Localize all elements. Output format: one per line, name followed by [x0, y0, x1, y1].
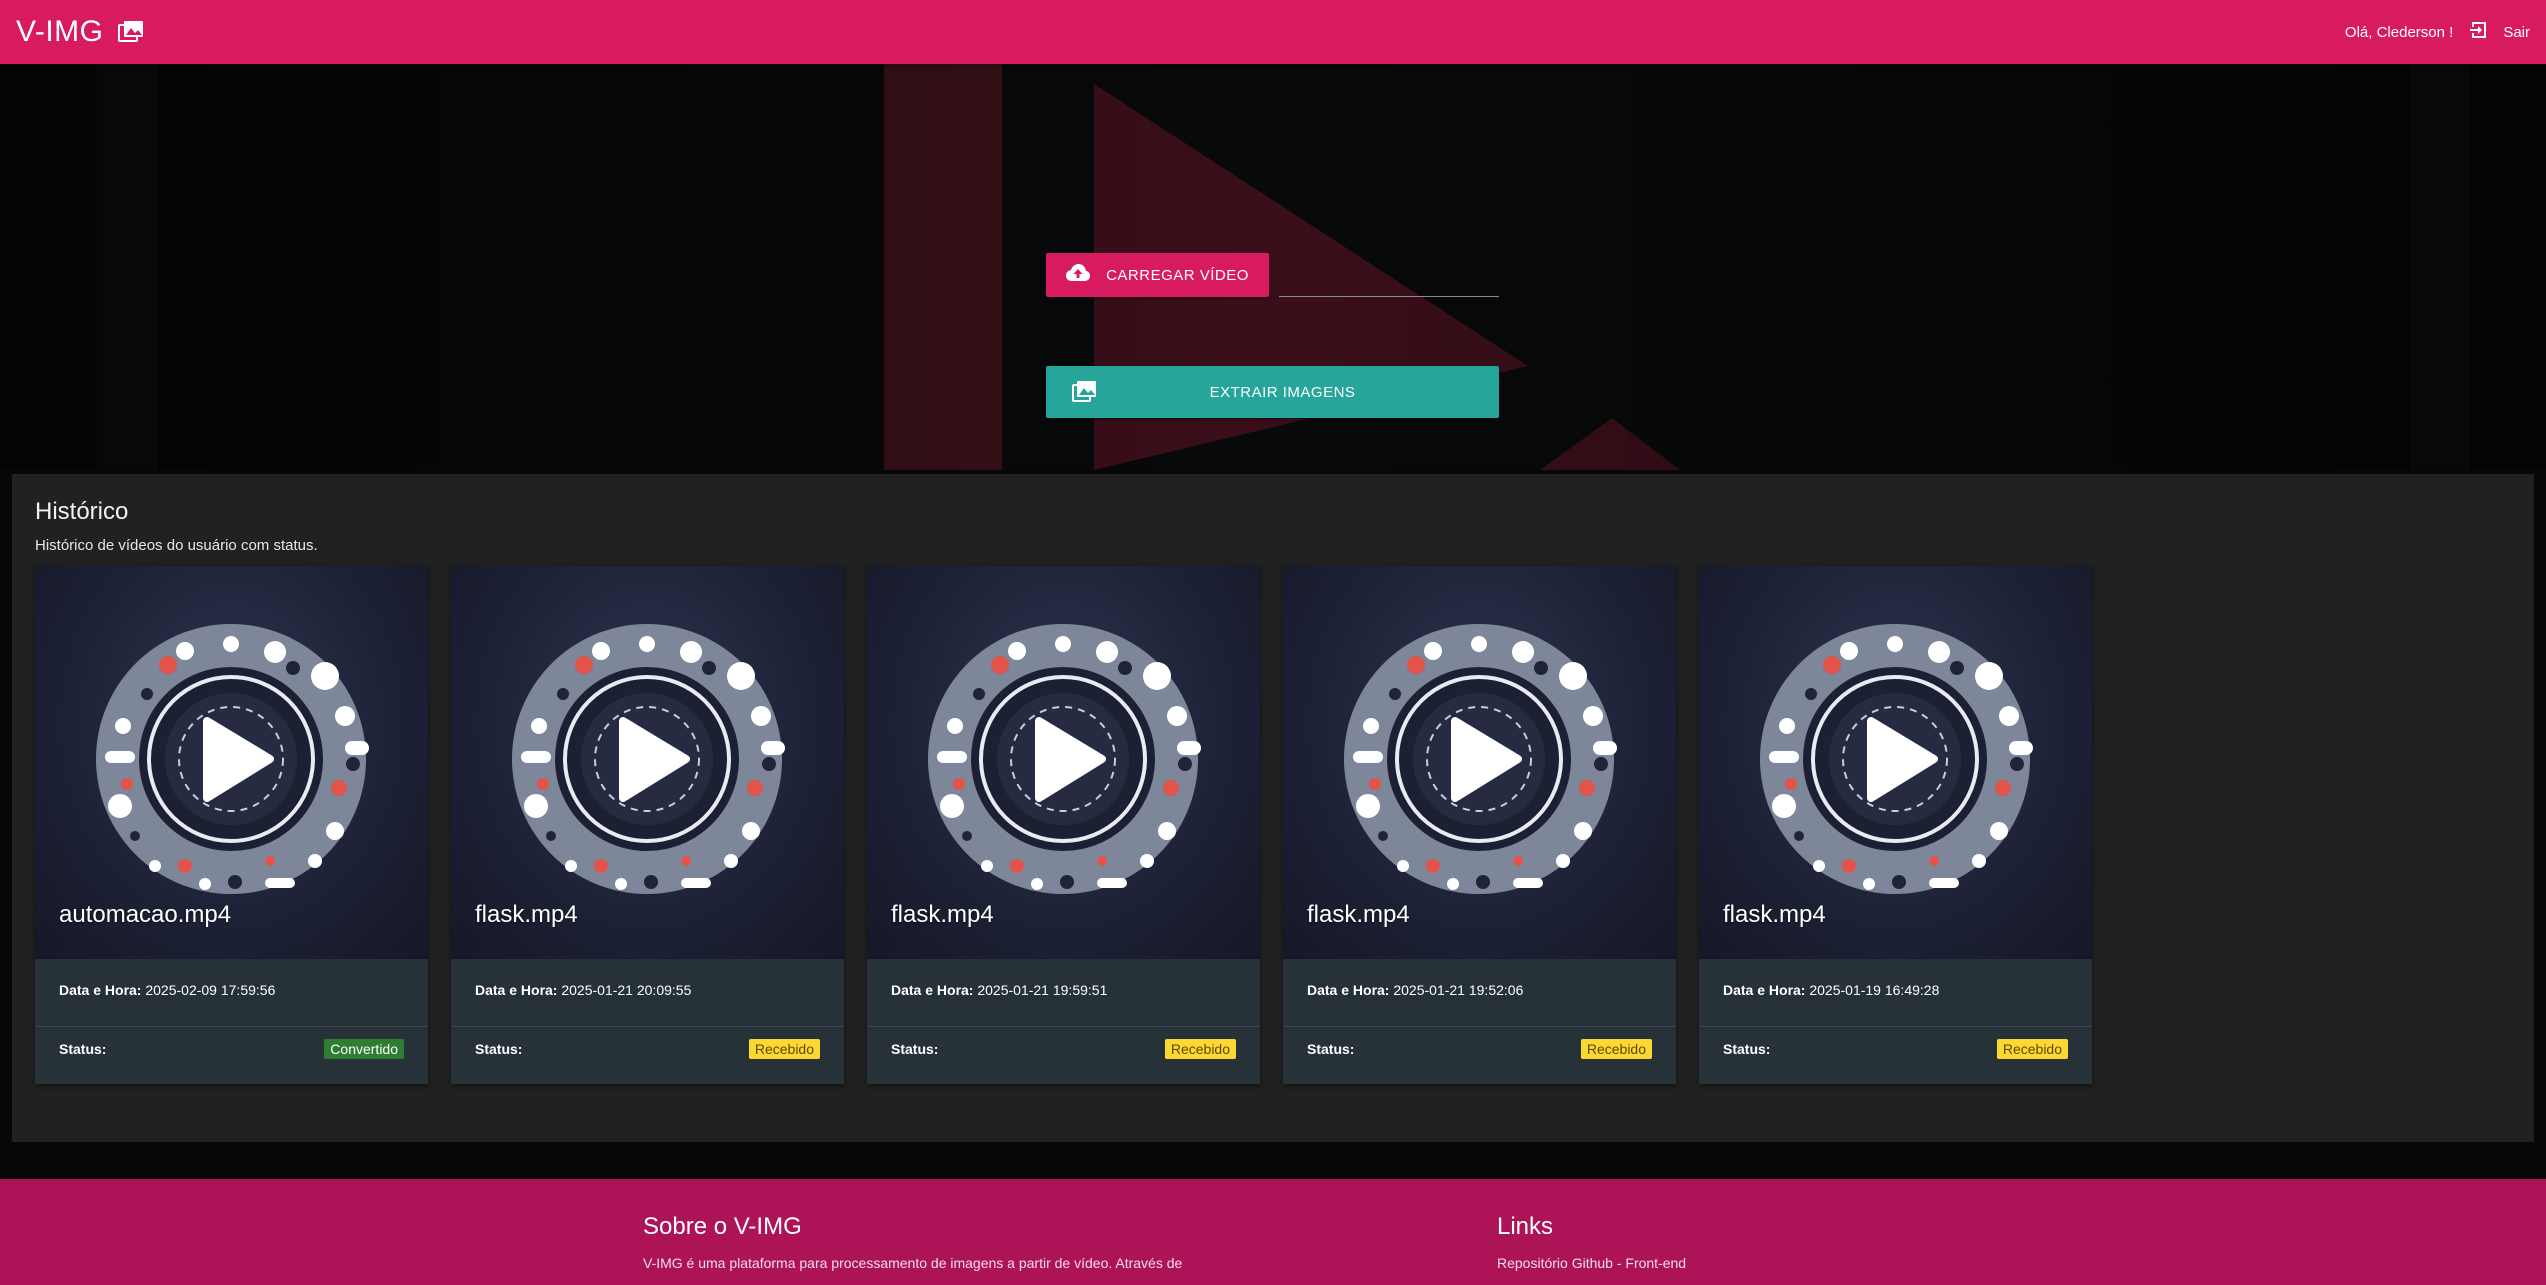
history-card[interactable]: automacao.mp4 Data e Hora: 2025-02-09 17… [35, 566, 428, 1084]
hero-section: Carregar vídeo Extrair imagens [0, 64, 2546, 470]
video-thumbnail[interactable]: automacao.mp4 [35, 566, 428, 959]
date-label: Data e Hora: [1307, 982, 1390, 998]
upload-video-button[interactable]: Carregar vídeo [1046, 253, 1269, 297]
status-label: Status: [1307, 1041, 1355, 1057]
history-card-list: automacao.mp4 Data e Hora: 2025-02-09 17… [35, 566, 2092, 1084]
status-label: Status: [475, 1041, 523, 1057]
date-label: Data e Hora: [475, 982, 558, 998]
video-status-row: Status: Recebido [1307, 1039, 1652, 1059]
card-divider [867, 1026, 1260, 1027]
card-divider [1699, 1026, 2092, 1027]
date-label: Data e Hora: [891, 982, 974, 998]
history-card[interactable]: flask.mp4 Data e Hora: 2025-01-21 19:59:… [867, 566, 1260, 1084]
video-date-row: Data e Hora: 2025-01-21 19:59:51 [891, 982, 1236, 998]
status-label: Status: [891, 1041, 939, 1057]
video-datetime: 2025-02-09 17:59:56 [145, 982, 276, 998]
history-panel: Histórico Histórico de vídeos do usuário… [12, 474, 2534, 1142]
date-label: Data e Hora: [1723, 982, 1806, 998]
history-card[interactable]: flask.mp4 Data e Hora: 2025-01-21 20:09:… [451, 566, 844, 1084]
video-thumbnail[interactable]: flask.mp4 [867, 566, 1260, 959]
cloud-upload-icon [1066, 264, 1091, 286]
footer-about-text: V-IMG é uma plataforma para processament… [643, 1255, 1183, 1271]
video-datetime: 2025-01-21 20:09:55 [561, 982, 692, 998]
date-label: Data e Hora: [59, 982, 142, 998]
video-datetime: 2025-01-21 19:59:51 [977, 982, 1108, 998]
logout-label[interactable]: Sair [2503, 24, 2530, 41]
exit-to-app-icon [2469, 20, 2489, 44]
video-thumbnail[interactable]: flask.mp4 [1283, 566, 1676, 959]
status-badge: Recebido [1164, 1039, 1236, 1059]
video-file-name[interactable]: flask.mp4 [1723, 901, 1826, 929]
history-subtitle: Histórico de vídeos do usuário com statu… [35, 537, 318, 554]
status-label: Status: [59, 1041, 107, 1057]
video-file-name[interactable]: automacao.mp4 [59, 901, 231, 929]
video-thumbnail[interactable]: flask.mp4 [1699, 566, 2092, 959]
video-date-row: Data e Hora: 2025-02-09 17:59:56 [59, 982, 404, 998]
logout-button[interactable]: Sair [2469, 20, 2530, 44]
user-area: Olá, Clederson ! Sair [2345, 20, 2530, 44]
status-label: Status: [1723, 1041, 1771, 1057]
brand-title[interactable]: V-IMG [16, 15, 104, 49]
photo-library-icon [117, 21, 144, 43]
video-file-name[interactable]: flask.mp4 [1307, 901, 1410, 929]
footer-about: Sobre o V-IMG V-IMG é uma plataforma par… [643, 1213, 1182, 1271]
video-file-name[interactable]: flask.mp4 [475, 901, 578, 929]
extract-images-button[interactable]: Extrair imagens [1046, 366, 1499, 418]
upload-row: Carregar vídeo [1046, 252, 1499, 297]
photo-library-icon [1072, 381, 1096, 407]
footer-about-title: Sobre o V-IMG [643, 1213, 802, 1240]
video-date-row: Data e Hora: 2025-01-21 19:52:06 [1307, 982, 1652, 998]
video-date-row: Data e Hora: 2025-01-19 16:49:28 [1723, 982, 2068, 998]
status-badge: Convertido [324, 1039, 404, 1059]
status-badge: Recebido [1996, 1039, 2068, 1059]
upload-video-label[interactable]: Carregar vídeo [1106, 267, 1249, 284]
history-card[interactable]: flask.mp4 Data e Hora: 2025-01-21 19:52:… [1283, 566, 1676, 1084]
top-navbar: V-IMG Olá, Clederson ! Sair [0, 0, 2546, 64]
video-thumbnail[interactable]: flask.mp4 [451, 566, 844, 959]
video-date-row: Data e Hora: 2025-01-21 20:09:55 [475, 982, 820, 998]
footer-links-title: Links [1497, 1213, 1554, 1240]
brand-logo[interactable]: V-IMG [16, 15, 144, 49]
history-card[interactable]: flask.mp4 Data e Hora: 2025-01-19 16:49:… [1699, 566, 2092, 1084]
video-file-name[interactable]: flask.mp4 [891, 901, 994, 929]
status-badge: Recebido [1580, 1039, 1652, 1059]
video-datetime: 2025-01-19 16:49:28 [1809, 982, 1940, 998]
footer-links: Links Repositório Github - Front-end [1497, 1213, 1686, 1271]
status-badge: Recebido [748, 1039, 820, 1059]
card-divider [35, 1026, 428, 1027]
footer-link-github-frontend[interactable]: Repositório Github - Front-end [1497, 1255, 1686, 1271]
video-status-row: Status: Convertido [59, 1039, 404, 1059]
video-datetime: 2025-01-21 19:52:06 [1393, 982, 1524, 998]
video-status-row: Status: Recebido [475, 1039, 820, 1059]
extract-images-label[interactable]: Extrair imagens [1046, 384, 1499, 401]
card-divider [451, 1026, 844, 1027]
video-status-row: Status: Recebido [891, 1039, 1236, 1059]
history-title: Histórico [35, 498, 129, 525]
card-divider [1283, 1026, 1676, 1027]
file-path-input[interactable] [1279, 252, 1499, 297]
page-footer: Sobre o V-IMG V-IMG é uma plataforma par… [0, 1179, 2546, 1285]
user-greeting: Olá, Clederson ! [2344, 23, 2454, 41]
video-status-row: Status: Recebido [1723, 1039, 2068, 1059]
